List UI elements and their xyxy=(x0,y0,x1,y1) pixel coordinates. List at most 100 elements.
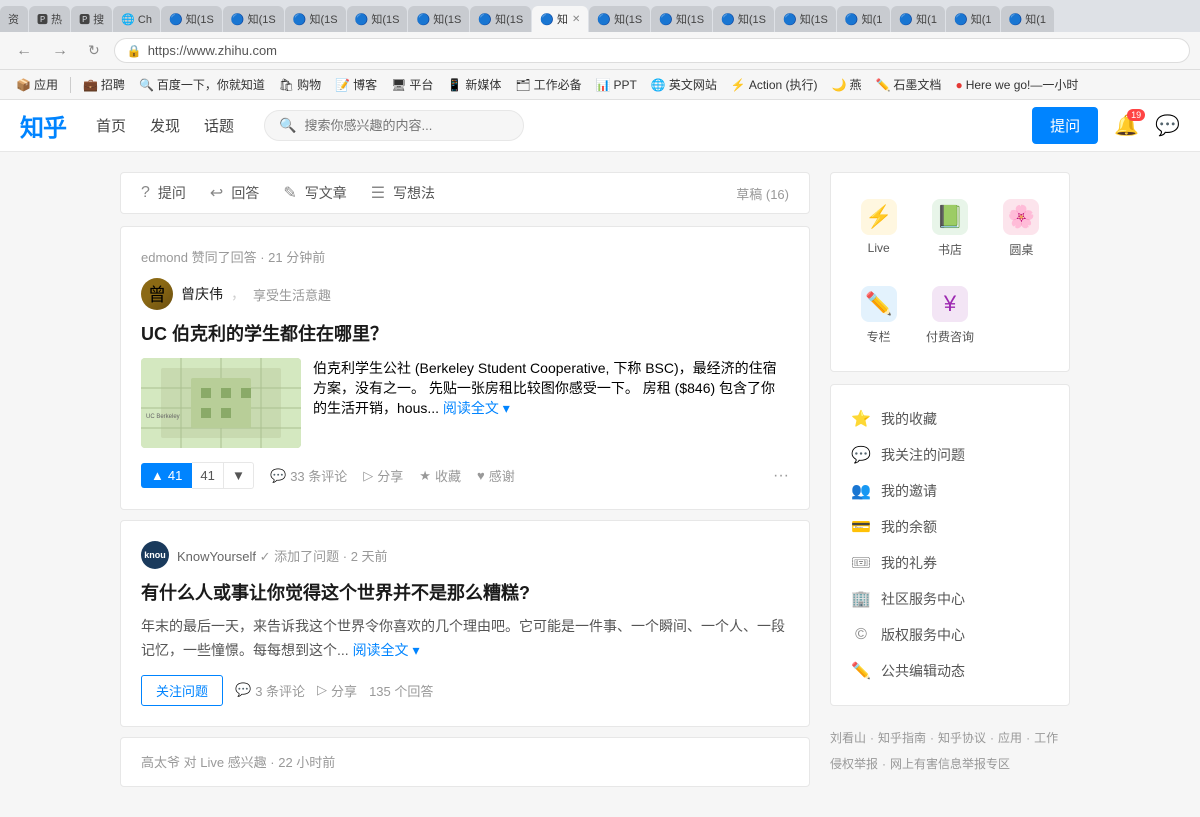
back-button[interactable]: ← xyxy=(10,40,38,62)
follow-question-button[interactable]: 关注问题 xyxy=(141,675,223,706)
menu-balance[interactable]: 💳 我的余额 xyxy=(847,509,1053,545)
card-title-1[interactable]: UC 伯克利的学生都住在哪里？ xyxy=(141,320,789,346)
bookmark-shimo[interactable]: ✏️ 石墨文档 xyxy=(869,74,947,95)
bookmark-blog[interactable]: 📝 博客 xyxy=(329,74,383,95)
shop-icon: 🛍 xyxy=(279,78,294,92)
nav-bar: ← → ↻ 🔒 https://www.zhihu.com xyxy=(0,32,1200,70)
menu-followed-questions[interactable]: 💬 我关注的问题 xyxy=(847,437,1053,473)
more-button-1[interactable]: ··· xyxy=(773,467,789,485)
feed-card-2: knou KnowYourself ✓ 添加了问题 · 2 天前 有什么人或事让… xyxy=(120,520,810,727)
author-name[interactable]: 曾庆伟 xyxy=(181,284,223,304)
zhihu-logo[interactable]: 知乎 xyxy=(20,108,66,143)
action-ask[interactable]: ? 提问 xyxy=(141,183,186,203)
tab-10-active[interactable]: 🔵 知 ✕ xyxy=(532,6,588,32)
tab-11[interactable]: 🔵 知(1S xyxy=(589,6,650,32)
collect-link-1[interactable]: ★ 收藏 xyxy=(419,466,461,485)
yan-icon: 🌙 xyxy=(832,78,847,92)
footer-work[interactable]: 工作 xyxy=(1034,728,1058,750)
bookmark-jobs[interactable]: 💼 招聘 xyxy=(77,74,131,95)
roundtable-label: 圆桌 xyxy=(1009,241,1033,258)
read-more-2[interactable]: 阅读全文 ▾ xyxy=(353,642,420,658)
nav-topic[interactable]: 话题 xyxy=(204,115,234,136)
tab-8[interactable]: 🔵 知(1S xyxy=(408,6,469,32)
bookmark-baidu[interactable]: 🔍 百度一下，你就知道 xyxy=(133,74,271,95)
tab-4[interactable]: 🔵 知(1S xyxy=(161,6,222,32)
sidebar-bookstore[interactable]: 📗 书店 xyxy=(918,189,981,268)
forward-button[interactable]: → xyxy=(46,40,74,62)
read-more-1[interactable]: 阅读全文 ▾ xyxy=(443,400,510,416)
footer-harmful[interactable]: 网上有害信息举报专区 xyxy=(890,754,1010,776)
menu-invites[interactable]: 👥 我的邀请 xyxy=(847,473,1053,509)
share-link-1[interactable]: ▷ 分享 xyxy=(363,466,403,485)
tab-17[interactable]: 🔵 知(1 xyxy=(946,6,1000,32)
sidebar-column[interactable]: ✏️ 专栏 xyxy=(847,276,910,355)
tab-0[interactable]: 资 xyxy=(0,6,28,32)
footer-guide[interactable]: 知乎指南 xyxy=(878,728,926,750)
tab-14[interactable]: 🔵 知(1S xyxy=(775,6,836,32)
share-link-2[interactable]: ▷ 分享 xyxy=(317,681,357,700)
copyright-icon: © xyxy=(851,626,871,644)
tab-7[interactable]: 🔵 知(1S xyxy=(347,6,408,32)
bookmark-ppt[interactable]: 📊 PPT xyxy=(590,76,643,94)
answer-count[interactable]: 135 个回答 xyxy=(369,681,433,700)
tab-5[interactable]: 🔵 知(1S xyxy=(223,6,284,32)
question-title[interactable]: 有什么人或事让你觉得这个世界并不是那么糟糕? xyxy=(141,579,789,605)
menu-public-edit[interactable]: ✏️ 公共编辑动态 xyxy=(847,653,1053,689)
tab-close-icon[interactable]: ✕ xyxy=(572,14,580,25)
tab-1[interactable]: 🅿 热 xyxy=(29,6,70,32)
question-actions: 关注问题 💬 3 条评论 ▷ 分享 135 个回答 xyxy=(141,675,789,706)
bookmark-work[interactable]: 🗂 工作必备 xyxy=(509,74,587,95)
consulting-icon: ¥ xyxy=(932,286,968,322)
action-answer[interactable]: ↩ 回答 xyxy=(210,183,259,203)
column-icon: ✏️ xyxy=(861,286,897,322)
bookmark-shop[interactable]: 🛍 购物 xyxy=(273,74,327,95)
bookmark-action[interactable]: ⚡ Action (执行) xyxy=(725,74,824,95)
tab-13[interactable]: 🔵 知(1S xyxy=(713,6,774,32)
tab-15[interactable]: 🔵 知(1 xyxy=(837,6,891,32)
org-name[interactable]: KnowYourself xyxy=(177,549,256,564)
tab-6[interactable]: 🔵 知(1S xyxy=(285,6,346,32)
menu-copyright[interactable]: © 版权服务中心 xyxy=(847,617,1053,653)
nav-discover[interactable]: 发现 xyxy=(150,115,180,136)
tab-18[interactable]: 🔵 知(1 xyxy=(1001,6,1055,32)
footer-report[interactable]: 侵权举报 xyxy=(830,754,878,776)
thanks-link-1[interactable]: ♥ 感谢 xyxy=(477,466,515,485)
refresh-button[interactable]: ↻ xyxy=(82,40,106,61)
bookmark-apps[interactable]: 📦 应用 xyxy=(10,74,64,95)
notification-icon[interactable]: 🔔 19 xyxy=(1114,113,1139,138)
ask-button[interactable]: 提问 xyxy=(1032,107,1098,144)
footer-liukanshan[interactable]: 刘看山 xyxy=(830,728,866,750)
message-icon[interactable]: 💬 xyxy=(1155,113,1180,138)
bookmark-herewego[interactable]: ● Here we go!—一小时 xyxy=(949,74,1084,95)
menu-coupons[interactable]: 🎟 我的礼券 xyxy=(847,545,1053,581)
action-thought[interactable]: ☰ 写想法 xyxy=(371,183,435,203)
footer-apps[interactable]: 应用 xyxy=(998,728,1022,750)
vote-down-button[interactable]: ▼ xyxy=(224,462,254,489)
url-bar[interactable]: 🔒 https://www.zhihu.com xyxy=(114,38,1190,63)
bookmark-newmedia[interactable]: 📱 新媒体 xyxy=(441,74,507,95)
sidebar-consulting[interactable]: ¥ 付费咨询 xyxy=(918,276,981,355)
tab-16[interactable]: 🔵 知(1 xyxy=(891,6,945,32)
footer-terms[interactable]: 知乎协议 xyxy=(938,728,986,750)
comment-link-1[interactable]: 💬 33 条评论 xyxy=(270,466,347,485)
sidebar-roundtable[interactable]: 🌸 圆桌 xyxy=(990,189,1053,268)
menu-favorites[interactable]: ⭐ 我的收藏 xyxy=(847,401,1053,437)
bookmark-yan[interactable]: 🌙 燕 xyxy=(826,74,868,95)
search-bar[interactable]: 🔍 xyxy=(264,110,524,141)
tab-3[interactable]: 🌐 Ch xyxy=(113,6,160,32)
sidebar-live[interactable]: ⚡ Live xyxy=(847,189,910,268)
tab-12[interactable]: 🔵 知(1S xyxy=(651,6,712,32)
tab-9[interactable]: 🔵 知(1S xyxy=(470,6,531,32)
menu-community[interactable]: 🏢 社区服务中心 xyxy=(847,581,1053,617)
share-icon: ▷ xyxy=(363,468,373,484)
search-input[interactable] xyxy=(304,118,509,133)
tab-2[interactable]: 🅿 搜 xyxy=(71,6,112,32)
nav-home[interactable]: 首页 xyxy=(96,115,126,136)
author-info: 曾庆伟 ， 享受生活意趣 xyxy=(181,284,331,304)
action-write[interactable]: ✎ 写文章 xyxy=(283,183,346,203)
bookmark-platform[interactable]: 🖥 平台 xyxy=(385,74,439,95)
notification-badge: 19 xyxy=(1127,109,1145,121)
bookmark-english[interactable]: 🌐 英文网站 xyxy=(645,74,723,95)
comment-link-2[interactable]: 💬 3 条评论 xyxy=(235,681,305,700)
vote-up-button[interactable]: ▲ 41 xyxy=(141,463,192,488)
